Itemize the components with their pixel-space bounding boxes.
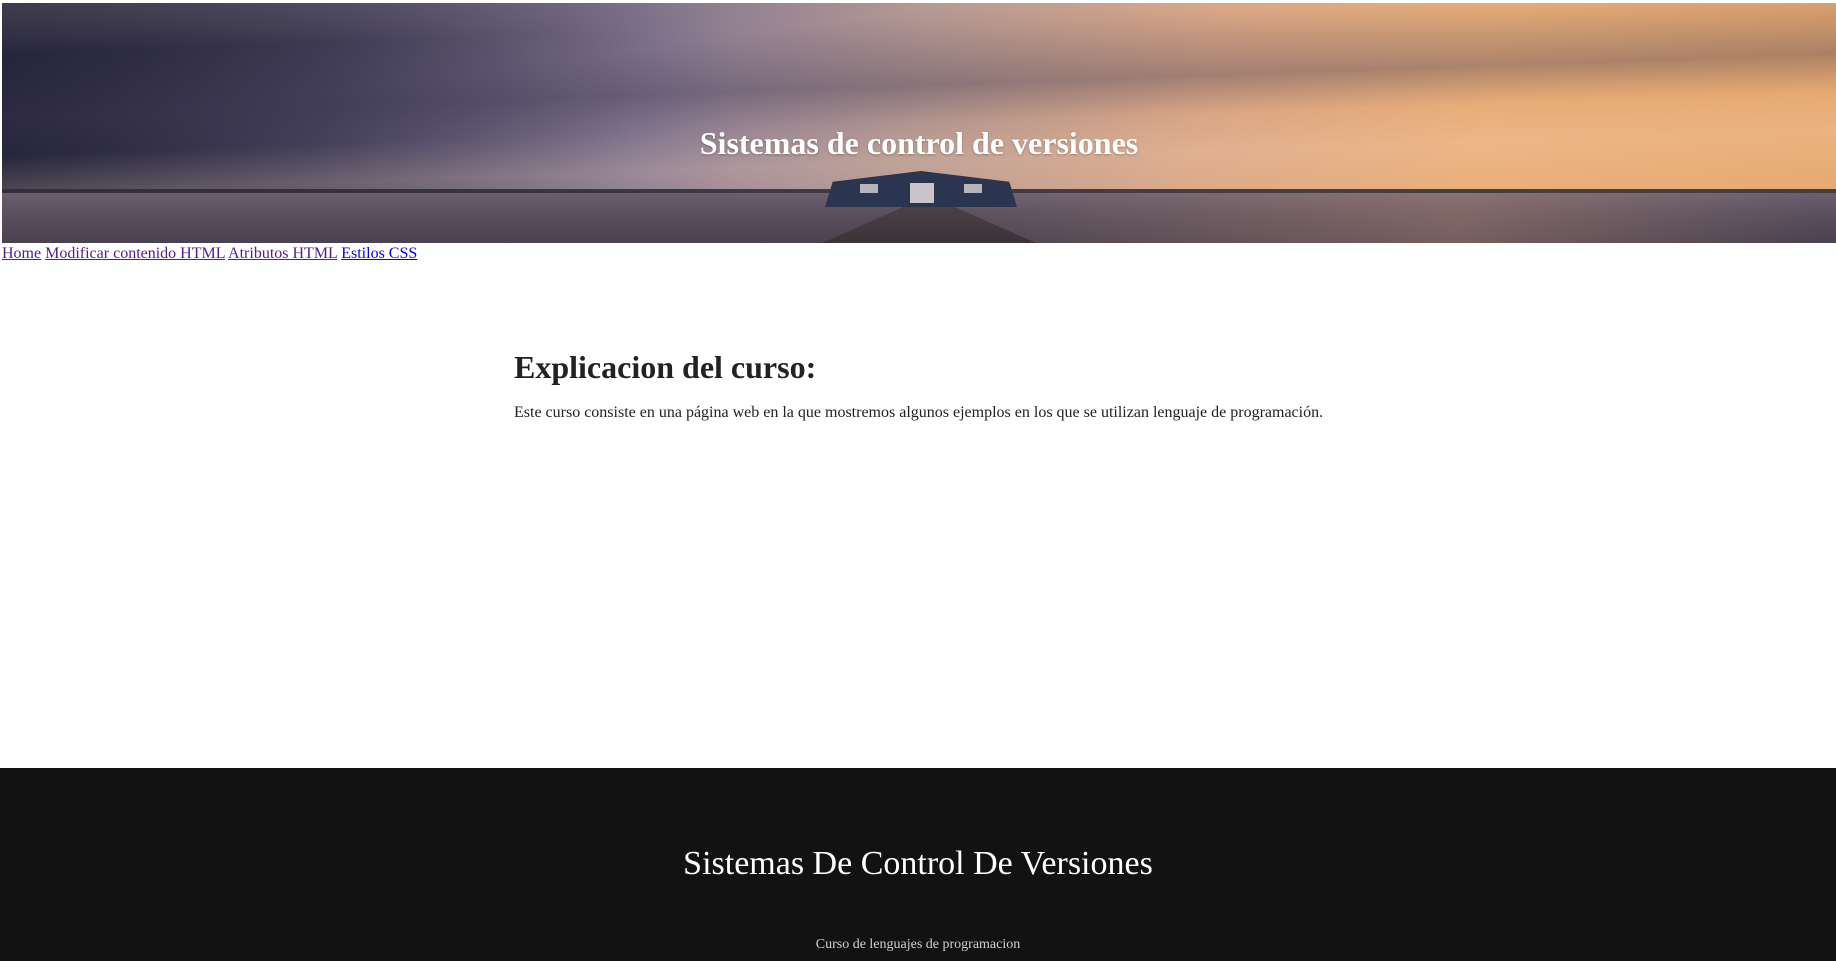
banner-sky — [2, 3, 1836, 193]
footer-title: Sistemas De Control De Versiones — [683, 845, 1153, 882]
banner-water-glow — [919, 193, 1819, 243]
main-content: Explicacion del curso: Este curso consis… — [514, 345, 1414, 423]
footer-subtitle: Curso de lenguajes de programacion — [815, 937, 1021, 952]
page: Sistemas de control de versiones Home Mo… — [0, 0, 1836, 961]
section-heading: Explicacion del curso: — [514, 349, 817, 385]
header-banner: Sistemas de control de versiones — [2, 3, 1836, 243]
banner-boathouse-window — [964, 184, 982, 193]
nav-bar: Home Modificar contenido HTML Atributos … — [2, 244, 417, 264]
page-title: Sistemas de control de versiones — [699, 125, 1139, 161]
banner-boathouse-window — [860, 184, 878, 193]
nav-link-home[interactable]: Home — [2, 245, 41, 262]
nav-link-estilos-css[interactable]: Estilos CSS — [341, 245, 417, 262]
banner-boathouse-door — [910, 183, 934, 203]
footer: Sistemas De Control De Versiones Curso d… — [0, 768, 1836, 961]
section-paragraph: Este curso consiste en una página web en… — [514, 404, 1324, 421]
nav-link-atributos-html[interactable]: Atributos HTML — [228, 245, 337, 262]
nav-link-modificar-contenido-html[interactable]: Modificar contenido HTML — [45, 245, 225, 262]
